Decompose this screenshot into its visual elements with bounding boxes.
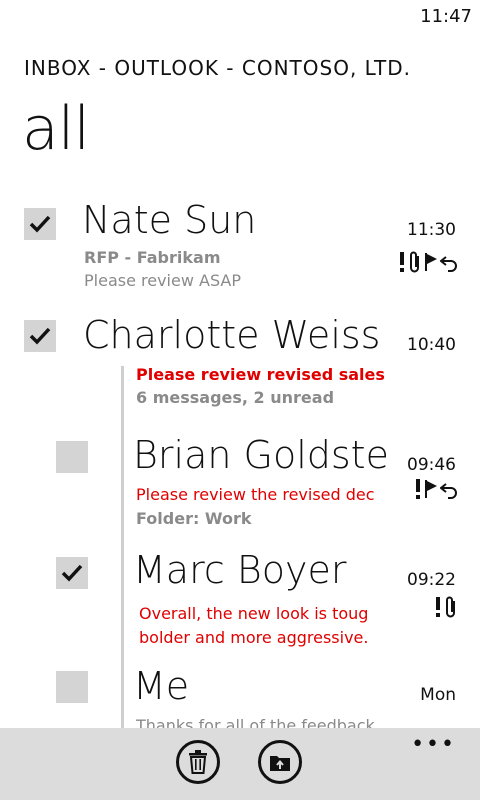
flag-icon: [425, 253, 437, 271]
message-checkbox[interactable]: [24, 208, 56, 240]
message-time: 09:22: [407, 570, 456, 590]
checkmark-icon: [61, 564, 83, 582]
message-preview: Please review ASAP: [84, 271, 241, 290]
message-item[interactable]: Nate Sun 11:30 RFP - Fabrikam Please rev…: [0, 196, 480, 296]
reply-icon: [440, 483, 457, 499]
pivot-header-all[interactable]: all: [22, 94, 90, 164]
high-importance-icon: [416, 479, 420, 499]
message-checkbox[interactable]: [56, 671, 88, 703]
message-checkbox[interactable]: [56, 557, 88, 589]
message-sender: Me: [133, 664, 190, 708]
application-bar: [0, 728, 480, 800]
attachment-icon: [446, 596, 455, 618]
message-folder: Folder: Work: [136, 509, 252, 528]
high-importance-icon: [400, 252, 404, 272]
checkmark-icon: [29, 215, 51, 233]
message-subject: Please review revised sales c: [136, 365, 385, 384]
message-preview-line2: bolder and more aggressive.: [139, 628, 369, 647]
delete-button[interactable]: [176, 740, 220, 784]
message-subject: Please review the revised dec: [136, 485, 375, 504]
message-checkbox[interactable]: [24, 320, 56, 352]
high-importance-icon: [436, 597, 440, 617]
message-subject: RFP - Fabrikam: [84, 248, 221, 267]
delete-icon: [189, 750, 207, 774]
message-status-icons: [414, 478, 458, 500]
message-item[interactable]: Brian Goldstein 09:46 Please review the …: [0, 430, 480, 534]
message-time: Mon: [420, 685, 456, 705]
message-preview: Thanks for all of the feedback: [136, 716, 375, 728]
message-preview: Overall, the new look is toug: [139, 604, 369, 623]
message-time: 10:40: [407, 335, 456, 355]
message-time: 11:30: [407, 220, 456, 240]
message-sender: Marc Boyer: [133, 548, 347, 592]
message-sender: Brian Goldstein: [133, 433, 386, 477]
move-to-folder-button[interactable]: [258, 740, 302, 784]
more-options-button[interactable]: •••: [411, 732, 456, 757]
message-item[interactable]: Me Mon Thanks for all of the feedback: [0, 660, 480, 728]
move-to-folder-icon: [270, 756, 290, 771]
flag-icon: [425, 480, 437, 498]
status-bar-clock: 11:47: [420, 6, 472, 27]
attachment-icon: [410, 251, 419, 273]
message-item[interactable]: Charlotte Weiss 10:40 Please review revi…: [0, 308, 480, 412]
conversation-count: 6 messages, 2 unread: [136, 388, 335, 407]
message-sender: Charlotte Weiss: [83, 313, 381, 357]
checkmark-icon: [29, 327, 51, 345]
message-status-icons: [434, 595, 458, 619]
message-item[interactable]: Marc Boyer 09:22 Overall, the new look i…: [0, 546, 480, 656]
message-sender: Nate Sun: [82, 198, 257, 242]
message-status-icons: [398, 250, 458, 274]
message-checkbox[interactable]: [56, 441, 88, 473]
app-title: INBOX - OUTLOOK - CONTOSO, LTD.: [24, 56, 412, 80]
message-time: 09:46: [407, 455, 456, 475]
reply-icon: [440, 256, 457, 272]
